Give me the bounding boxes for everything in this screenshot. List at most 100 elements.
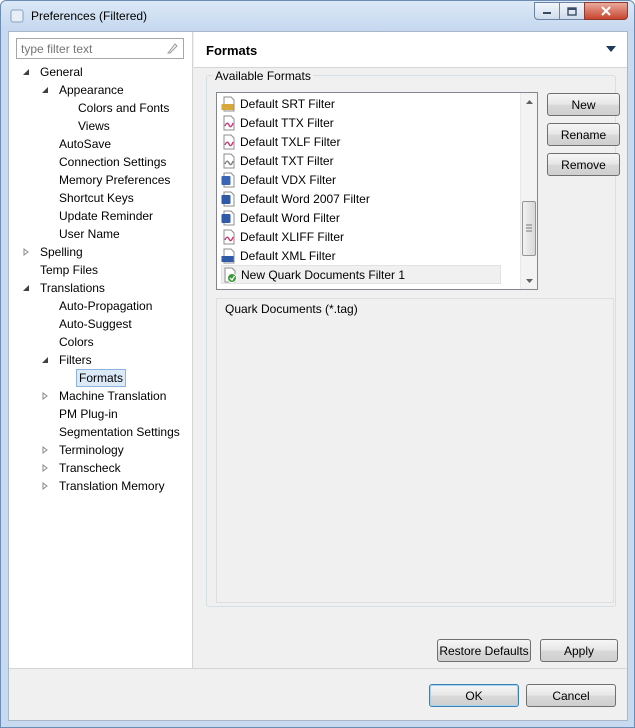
cancel-button[interactable]: Cancel [526,684,616,707]
maximize-icon [567,6,577,16]
title-bar[interactable]: Preferences (Filtered) [1,1,634,31]
tree-item-label: Colors and Fonts [78,101,170,115]
collapsed-arrow-icon[interactable] [40,387,50,405]
tree-item-label: Memory Preferences [59,173,171,187]
tree-item-label: Auto-Propagation [59,299,153,313]
tree-item[interactable]: Temp Files [9,261,193,279]
ttx-file-icon [221,115,237,131]
tree-item-label: Filters [59,353,92,367]
footer-separator [9,668,627,669]
word2007-file-icon [221,191,237,207]
format-description-panel: Quark Documents (*.tag) [216,298,614,603]
window-title: Preferences (Filtered) [31,9,148,23]
tree-item-label: Appearance [59,83,124,97]
tree-item[interactable]: Update Reminder [9,207,193,225]
available-formats-group: Available Formats Default SRT Filter Defa… [206,69,620,607]
tree-item[interactable]: Segmentation Settings [9,423,193,441]
new-button[interactable]: New [547,93,620,116]
tree-item[interactable]: Formats [9,369,193,387]
tree-item[interactable]: Machine Translation [9,387,193,405]
expanded-arrow-icon[interactable] [40,81,50,99]
new-filter-icon [222,267,238,283]
tree-item[interactable]: Appearance [9,81,193,99]
rename-button[interactable]: Rename [547,123,620,146]
tree-item[interactable]: Auto-Suggest [9,315,193,333]
format-list-item[interactable]: Default TXLF Filter [221,132,501,151]
tree-item[interactable]: Filters [9,351,193,369]
tree-item-label: Spelling [40,245,83,259]
tree-item[interactable]: Colors and Fonts [9,99,193,117]
format-list-item[interactable]: Default XLIFF Filter [221,227,501,246]
format-list-item-label: Default Word Filter [240,210,340,225]
tree-item[interactable]: PM Plug-in [9,405,193,423]
tree-item[interactable]: User Name [9,225,193,243]
chevron-down-icon [525,278,533,283]
format-list-item-label: Default SRT Filter [240,96,335,111]
txt-file-icon [221,153,237,169]
close-icon [601,6,611,16]
collapsed-arrow-icon[interactable] [40,477,50,495]
tree-item[interactable]: Translations [9,279,193,297]
tree-item-label: Machine Translation [59,389,167,403]
view-menu-icon[interactable] [606,46,616,52]
tree-item-label: Terminology [59,443,124,457]
tree-item[interactable]: Colors [9,333,193,351]
close-button[interactable] [584,2,628,20]
filter-input[interactable] [17,39,157,58]
tree-item[interactable]: Auto-Propagation [9,297,193,315]
tree-item-label: Transcheck [59,461,121,475]
format-list-item-label: New Quark Documents Filter 1 [241,267,406,282]
remove-button[interactable]: Remove [547,153,620,176]
format-list-item[interactable]: Default SRT Filter [221,94,501,113]
tree-item[interactable]: Memory Preferences [9,171,193,189]
collapsed-arrow-icon[interactable] [40,459,50,477]
xliff-file-icon [221,229,237,245]
format-list-item[interactable]: Default Word Filter [221,208,501,227]
tree-item-label: Views [78,119,110,133]
expanded-arrow-icon[interactable] [21,279,31,297]
minimize-button[interactable] [534,2,560,20]
tree-item[interactable]: Connection Settings [9,153,193,171]
format-list-item[interactable]: New Quark Documents Filter 1 [221,265,501,284]
format-list-item[interactable]: Default Word 2007 Filter [221,189,501,208]
formats-list[interactable]: Default SRT Filter Default TTX Filter Defa… [216,92,538,290]
tree-item[interactable]: Spelling [9,243,193,261]
format-list-item[interactable]: Default TTX Filter [221,113,501,132]
clear-filter-icon[interactable] [166,42,179,55]
expanded-arrow-icon[interactable] [21,63,31,81]
format-list-item[interactable]: Default VDX Filter [221,170,501,189]
collapsed-arrow-icon[interactable] [40,441,50,459]
tree-item-label: Update Reminder [59,209,154,223]
preferences-window: Preferences (Filtered) GeneralAppe [0,0,635,728]
tree-item-label: Formats [76,369,127,387]
tree-item-label: Colors [59,335,94,349]
preferences-tree: General Appearance Colors and Fonts Views Au… [9,63,193,495]
tree-item-label: Shortcut Keys [59,191,134,205]
page-header: Formats [194,32,627,68]
xml-file-icon [221,248,237,264]
maximize-button[interactable] [559,2,585,20]
tree-item[interactable]: Translation Memory [9,477,193,495]
txlf-file-icon [221,134,237,150]
ok-button[interactable]: OK [429,684,519,707]
format-list-item[interactable]: Default XML Filter [221,246,501,265]
restore-defaults-button[interactable]: Restore Defaults [437,639,531,662]
format-list-item-label: Default Word 2007 Filter [240,191,370,206]
tree-item-label: Temp Files [40,263,99,277]
formats-scrollbar[interactable] [520,93,537,289]
collapsed-arrow-icon[interactable] [21,243,31,261]
scroll-up-button[interactable] [521,93,537,110]
format-list-item[interactable]: Default TXT Filter [221,151,501,170]
tree-item[interactable]: Shortcut Keys [9,189,193,207]
scroll-thumb[interactable] [522,201,536,256]
tree-item[interactable]: General [9,63,193,81]
tree-item[interactable]: Transcheck [9,459,193,477]
tree-item[interactable]: Terminology [9,441,193,459]
tree-item-label: User Name [59,227,120,241]
scroll-down-button[interactable] [521,272,537,289]
tree-item[interactable]: AutoSave [9,135,193,153]
tree-item[interactable]: Views [9,117,193,135]
available-formats-label: Available Formats [213,69,313,83]
expanded-arrow-icon[interactable] [40,351,50,369]
apply-button[interactable]: Apply [540,639,618,662]
